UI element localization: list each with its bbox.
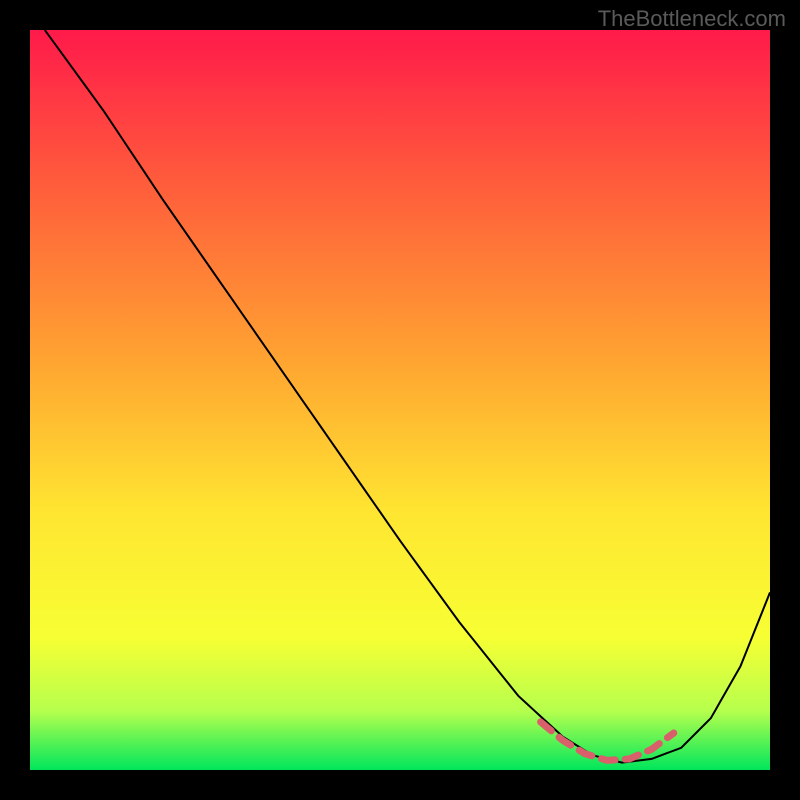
chart-plot-area	[30, 30, 770, 770]
chart-svg	[30, 30, 770, 770]
watermark-text: TheBottleneck.com	[598, 6, 786, 32]
gradient-background	[30, 30, 770, 770]
